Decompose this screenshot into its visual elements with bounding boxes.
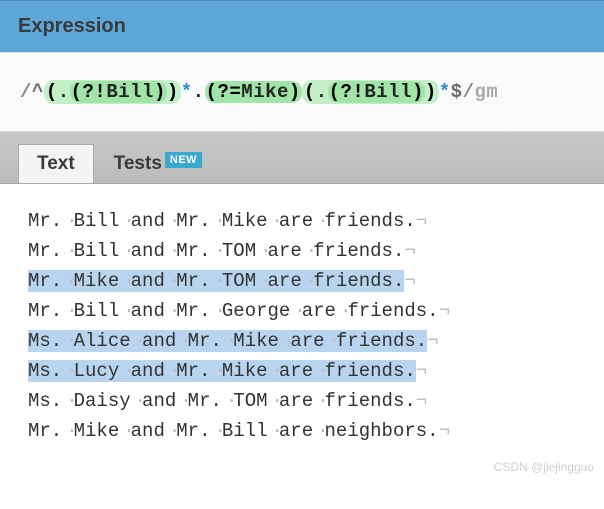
test-line: Ms. Alice and Mr. Mike are friends.¬ — [28, 326, 582, 356]
expression-panel: /^(.(?!Bill))*.(?=Mike)(.(?!Bill))*$/gm — [0, 52, 604, 132]
tab-tests[interactable]: TestsNEW — [96, 145, 220, 183]
eol-marker: ¬ — [427, 330, 438, 352]
neg-lookahead-2: (?!Bill) — [328, 81, 425, 103]
watermark: CSDN @jiejingguo — [0, 458, 604, 476]
tabs-bar: Text TestsNEW — [0, 132, 604, 184]
test-line: Ms. Daisy and Mr. TOM are friends.¬ — [28, 386, 582, 416]
header-title: Expression — [18, 15, 586, 38]
test-line: Mr. Mike and Mr. TOM are friends.¬ — [28, 266, 582, 296]
test-text-area[interactable]: Mr. Bill and Mr. Mike are friends.¬Mr. B… — [0, 184, 604, 458]
regex-flags: gm — [474, 81, 498, 103]
eol-marker: ¬ — [404, 270, 415, 292]
eol-marker: ¬ — [416, 390, 427, 412]
quantifier-star-2: * — [439, 81, 451, 103]
new-badge: NEW — [165, 152, 202, 168]
test-line: Mr. Mike and Mr. Bill are neighbors.¬ — [28, 416, 582, 446]
pos-lookahead: (?=Mike) — [205, 81, 302, 103]
delim-open: / — [20, 81, 32, 103]
eol-marker: ¬ — [439, 420, 450, 442]
eol-marker: ¬ — [416, 210, 427, 232]
eol-marker: ¬ — [404, 240, 415, 262]
expression-header: Expression — [0, 0, 604, 52]
test-line: Ms. Lucy and Mr. Mike are friends.¬ — [28, 356, 582, 386]
test-line: Mr. Bill and Mr. Mike are friends.¬ — [28, 206, 582, 236]
tab-text[interactable]: Text — [18, 144, 94, 183]
test-line: Mr. Bill and Mr. George are friends.¬ — [28, 296, 582, 326]
match-highlight: Ms. Lucy and Mr. Mike are friends. — [28, 360, 416, 382]
group-1: (.(?!Bill)) — [44, 80, 181, 104]
test-line: Mr. Bill and Mr. TOM are friends.¬ — [28, 236, 582, 266]
match-highlight: Ms. Alice and Mr. Mike are friends. — [28, 330, 427, 352]
eol-marker: ¬ — [416, 360, 427, 382]
eol-marker: ¬ — [439, 300, 450, 322]
quantifier-star-1: * — [181, 81, 193, 103]
anchor-start: ^ — [32, 81, 44, 103]
group-2: (.(?!Bill)) — [302, 80, 439, 104]
regex-expression[interactable]: /^(.(?!Bill))*.(?=Mike)(.(?!Bill))*$/gm — [20, 81, 586, 103]
delim-close: / — [463, 81, 475, 103]
anchor-end: $ — [451, 81, 463, 103]
match-highlight: Mr. Mike and Mr. TOM are friends. — [28, 270, 404, 292]
neg-lookahead-1: (?!Bill) — [70, 81, 167, 103]
